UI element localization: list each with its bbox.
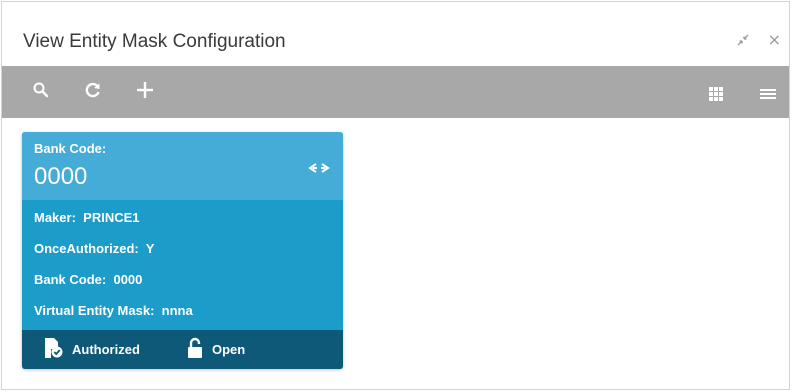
field-label: OnceAuthorized: [34, 241, 139, 256]
authorized-icon [42, 337, 64, 362]
field-value: PRINCE1 [83, 210, 140, 225]
lock-status-label: Open [212, 342, 246, 357]
title-bar: View Entity Mask Configuration × [2, 2, 789, 66]
refresh-icon[interactable] [82, 79, 104, 101]
field-maker: Maker: PRINCE1 [34, 210, 140, 225]
field-value: 0000 [113, 272, 143, 287]
list-view-icon[interactable] [757, 83, 779, 105]
toolbar [2, 66, 789, 118]
link-icon[interactable] [307, 160, 331, 179]
card-footer: Authorized Open [22, 330, 343, 369]
lock-status: Open [186, 330, 245, 369]
minimize-icon[interactable] [736, 33, 750, 47]
window-title: View Entity Mask Configuration [23, 31, 286, 52]
add-icon[interactable] [134, 79, 156, 101]
field-value: nnna [161, 303, 193, 318]
field-bank-code: Bank Code: 0000 [34, 272, 142, 287]
search-icon[interactable] [30, 79, 52, 101]
card-header-value: 0000 [34, 163, 88, 190]
field-once-authorized: OnceAuthorized: Y [34, 241, 154, 256]
auth-status-label: Authorized [72, 342, 140, 357]
field-value: Y [145, 241, 155, 256]
field-label: Virtual Entity Mask: [34, 303, 155, 318]
field-label: Maker: [34, 210, 76, 225]
card-body: Maker: PRINCE1 OnceAuthorized: Y Bank Co… [22, 200, 343, 330]
grid-view-icon[interactable] [705, 83, 727, 105]
close-icon[interactable]: × [768, 30, 781, 49]
field-virtual-entity-mask: Virtual Entity Mask: nnna [34, 303, 193, 318]
field-label: Bank Code: [34, 272, 107, 287]
card-header: Bank Code: 0000 [22, 132, 343, 200]
unlock-icon [186, 337, 204, 362]
entity-mask-card[interactable]: Bank Code: 0000 Maker: PRINCE1 OnceAutho… [22, 132, 343, 369]
card-header-label: Bank Code: [34, 141, 107, 156]
auth-status: Authorized [42, 330, 140, 369]
window: View Entity Mask Configuration × Bank Co… [1, 1, 790, 390]
